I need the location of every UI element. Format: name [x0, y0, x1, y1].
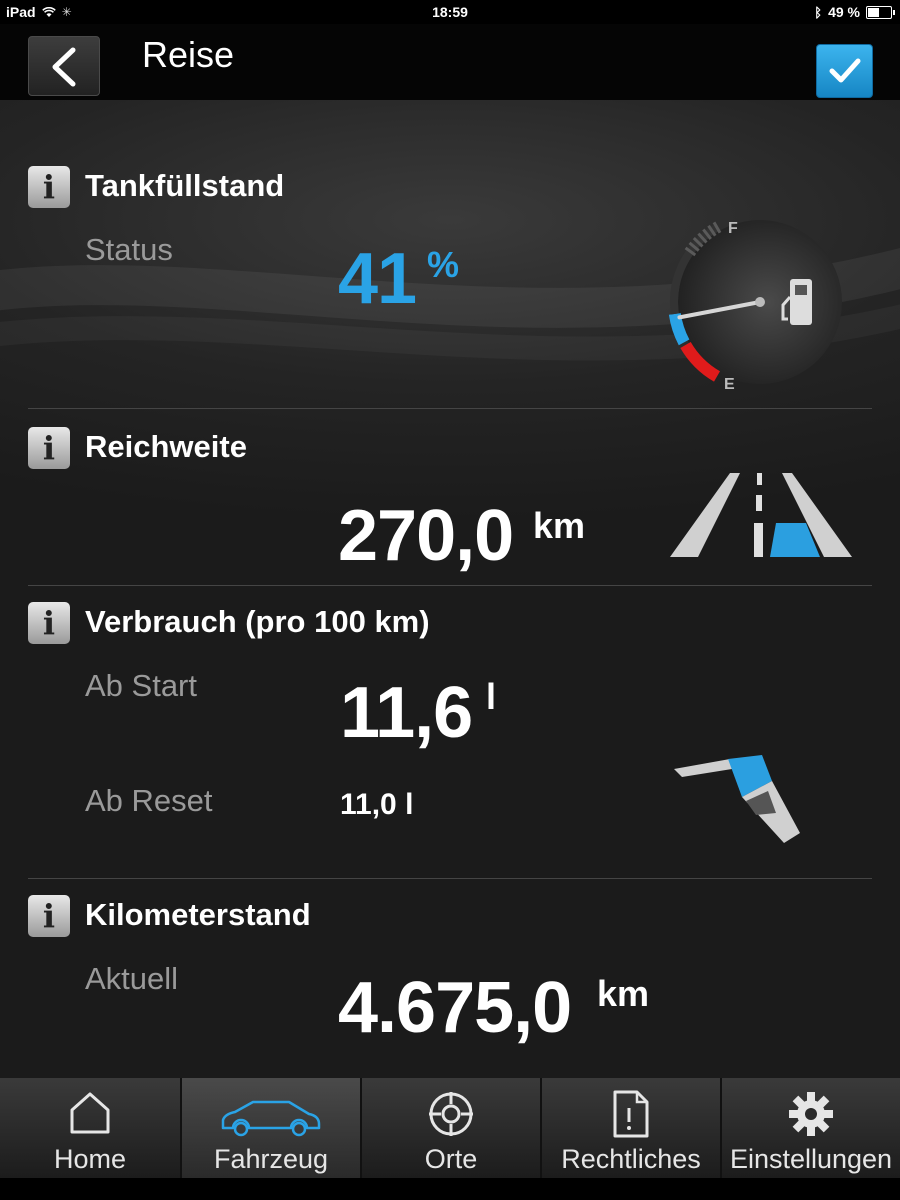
consumption-start-label: Ab Start — [85, 668, 197, 703]
range-value: 270,0 — [338, 496, 514, 576]
consumption-start-unit: l — [486, 676, 497, 717]
tab-settings[interactable]: Einstellungen — [722, 1078, 900, 1178]
home-icon — [70, 1092, 110, 1134]
info-icon[interactable]: i — [28, 602, 70, 644]
battery-percent: 49 % — [828, 4, 860, 20]
road-icon — [670, 473, 852, 557]
gauge-full-label: F — [728, 220, 738, 237]
fuel-nozzle-icon — [674, 755, 800, 843]
odometer-unit: km — [597, 973, 650, 1014]
tank-section: i Tankfüllstand Status 41 % F E — [0, 100, 900, 410]
odometer-value: 4.675,0 — [338, 968, 572, 1048]
trip-content: i Tankfüllstand Status 41 % F E i Reichw… — [0, 100, 900, 1078]
range-section: i Reichweite 270,0 km — [0, 409, 900, 585]
consumption-start-value: 11,6 — [340, 673, 473, 753]
tank-level-unit: % — [427, 244, 460, 285]
tab-label: Fahrzeug — [213, 1144, 329, 1174]
tank-level-value: 41 — [338, 239, 417, 319]
battery-icon — [866, 5, 895, 19]
consumption-title: Verbrauch (pro 100 km) — [85, 604, 430, 639]
fuel-gauge: F E — [668, 220, 842, 393]
tab-legal[interactable]: Rechtliches — [542, 1078, 722, 1178]
tab-places[interactable]: Orte — [362, 1078, 542, 1178]
consumption-reset-label: Ab Reset — [85, 783, 213, 818]
consumption-section: i Verbrauch (pro 100 km) Ab Start 11,6 l… — [0, 586, 900, 878]
clock: 18:59 — [432, 4, 468, 20]
tank-status-label: Status — [85, 232, 173, 267]
consumption-reset-value: 11,0 l — [340, 788, 414, 821]
tank-title: Tankfüllstand — [85, 168, 285, 203]
bluetooth-icon: ᛒ — [814, 4, 823, 20]
tab-label: Rechtliches — [561, 1144, 701, 1174]
info-icon[interactable]: i — [28, 427, 70, 469]
info-icon[interactable]: i — [28, 895, 70, 937]
confirm-button[interactable] — [816, 44, 873, 98]
checkmark-icon — [829, 58, 861, 83]
tab-label: Einstellungen — [729, 1144, 893, 1174]
car-icon — [221, 1100, 321, 1137]
gauge-empty-label: E — [724, 376, 735, 393]
navigation-bar: Reise — [0, 24, 900, 100]
bottom-strip — [0, 1178, 900, 1200]
tab-home[interactable]: Home — [0, 1078, 182, 1178]
odometer-label: Aktuell — [85, 961, 179, 996]
back-button[interactable] — [28, 36, 100, 96]
odometer-section: i Kilometerstand Aktuell 4.675,0 km — [0, 879, 900, 1078]
tab-vehicle[interactable]: Fahrzeug — [182, 1078, 362, 1178]
tab-label: Home — [53, 1144, 127, 1174]
page-title: Reise — [142, 34, 235, 75]
document-icon — [613, 1090, 649, 1138]
chevron-left-icon — [52, 47, 76, 87]
crosshair-icon — [429, 1092, 473, 1136]
tab-bar: Home Fahrzeug Orte Rechtliches Einstellu… — [0, 1078, 900, 1178]
tab-label: Orte — [424, 1144, 478, 1174]
gear-icon — [789, 1092, 833, 1136]
range-unit: km — [533, 505, 586, 546]
info-icon[interactable]: i — [28, 166, 70, 208]
range-title: Reichweite — [85, 429, 247, 464]
odometer-title: Kilometerstand — [85, 897, 311, 932]
status-bar: iPad ✳ 18:59 ᛒ 49 % — [0, 0, 900, 24]
